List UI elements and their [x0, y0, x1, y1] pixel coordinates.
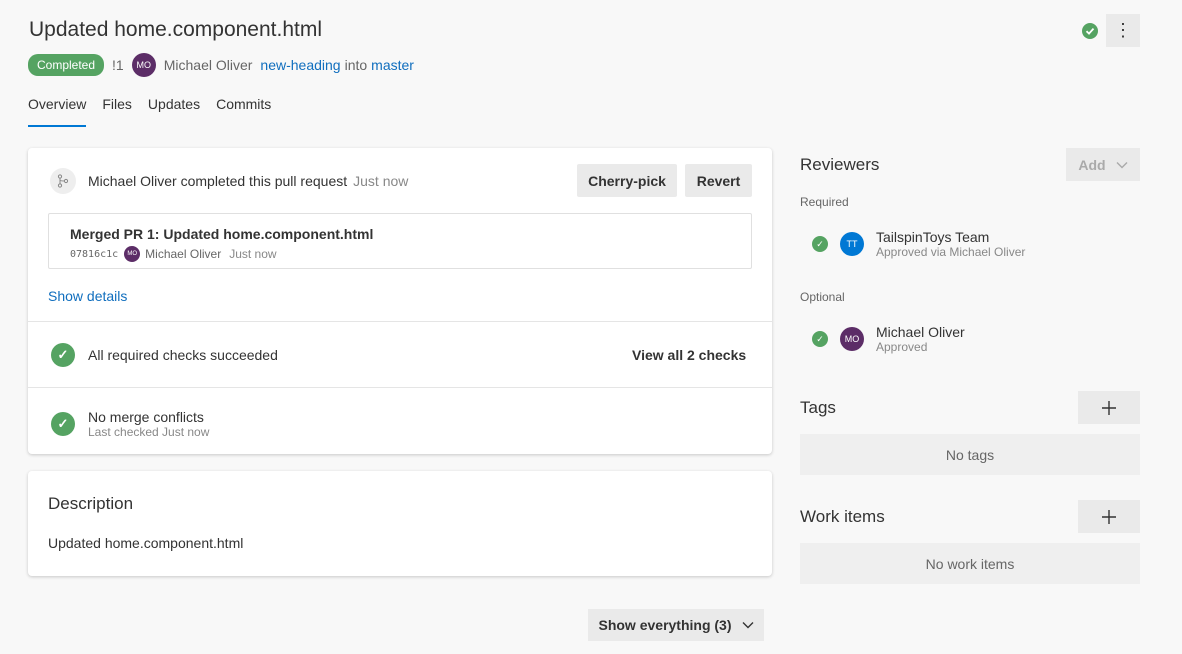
- avatar: MO: [124, 246, 141, 262]
- description-card: Description Updated home.component.html: [28, 471, 772, 576]
- show-everything-label: Show everything (3): [598, 617, 732, 633]
- show-details-link[interactable]: Show details: [48, 288, 127, 304]
- target-branch-link[interactable]: master: [371, 57, 414, 73]
- commit-hash[interactable]: 07816c1c: [70, 249, 118, 260]
- work-items-empty: No work items: [800, 543, 1140, 584]
- into-label: into: [344, 57, 368, 73]
- add-label: Add: [1078, 156, 1106, 173]
- check-success-icon: ✓: [51, 343, 75, 367]
- reviewer-status: Approved: [876, 340, 928, 354]
- tags-empty: No tags: [800, 434, 1140, 475]
- avatar: TT: [840, 232, 864, 256]
- activity-time: Just now: [353, 173, 409, 189]
- required-checks-row: ✓ All required checks succeeded: [51, 343, 278, 367]
- show-everything-button[interactable]: Show everything (3): [588, 609, 764, 641]
- check-success-icon: ✓: [51, 412, 75, 436]
- avatar: MO: [840, 327, 864, 351]
- merge-conflicts-text: No merge conflicts: [88, 409, 204, 425]
- source-branch-link[interactable]: new-heading: [260, 57, 340, 73]
- tab-bar: Overview Files Updates Commits: [28, 96, 271, 127]
- add-work-item-button[interactable]: [1078, 500, 1140, 533]
- more-options-button[interactable]: ⋮: [1106, 14, 1140, 47]
- page-title: Updated home.component.html: [29, 18, 323, 41]
- author-name: Michael Oliver: [163, 57, 253, 73]
- merge-conflicts-subtext: Last checked Just now: [88, 425, 210, 439]
- pr-id: !1: [112, 57, 124, 73]
- commit-author: Michael Oliver: [145, 247, 222, 261]
- divider: [28, 321, 772, 322]
- tab-overview[interactable]: Overview: [28, 96, 87, 127]
- activity-text: Michael Oliver completed this pull reque…: [88, 173, 348, 189]
- reviewer-name: Michael Oliver: [876, 324, 965, 340]
- add-tag-button[interactable]: [1078, 391, 1140, 424]
- tab-updates[interactable]: Updates: [148, 96, 200, 127]
- status-badge: Completed: [28, 54, 105, 76]
- commit-time: Just now: [229, 247, 277, 261]
- approved-check-icon: ✓: [812, 236, 828, 252]
- plus-icon: [1102, 400, 1116, 415]
- merge-conflicts-row: ✓ No merge conflicts Last checked Just n…: [51, 409, 209, 439]
- tags-title: Tags: [800, 398, 836, 417]
- description-title: Description: [48, 494, 134, 513]
- completion-activity: Michael Oliver completed this pull reque…: [50, 168, 408, 194]
- more-vertical-icon: ⋮: [1114, 20, 1132, 40]
- chevron-down-icon: [1116, 161, 1128, 168]
- reviewer-name: TailspinToys Team: [876, 229, 990, 245]
- tab-files[interactable]: Files: [102, 96, 132, 127]
- reviewer-status: Approved via Michael Oliver: [876, 245, 1026, 259]
- revert-button[interactable]: Revert: [685, 164, 752, 197]
- activity-card: Michael Oliver completed this pull reque…: [28, 148, 772, 454]
- merge-commit-meta: 07816c1c MO Michael Oliver Just now: [70, 246, 277, 262]
- reviewer-item[interactable]: ✓ TT TailspinToys Team Approved via Mich…: [812, 229, 1025, 259]
- chevron-down-icon: [742, 622, 754, 629]
- branch-merge-icon: [50, 168, 76, 194]
- required-checks-text: All required checks succeeded: [88, 347, 278, 363]
- plus-icon: [1102, 509, 1116, 524]
- merge-commit-title: Merged PR 1: Updated home.component.html: [70, 226, 374, 242]
- reviewers-title: Reviewers: [800, 155, 880, 174]
- approved-check-icon: ✓: [812, 331, 828, 347]
- divider: [28, 387, 772, 388]
- description-body: Updated home.component.html: [48, 535, 244, 551]
- optional-label: Optional: [800, 290, 845, 304]
- work-items-title: Work items: [800, 507, 885, 526]
- add-reviewer-button[interactable]: Add: [1066, 148, 1140, 181]
- required-label: Required: [800, 195, 849, 209]
- success-check-icon: [1082, 23, 1098, 39]
- merge-commit-box[interactable]: Merged PR 1: Updated home.component.html…: [48, 213, 752, 269]
- pr-meta: Completed !1 MO Michael Oliver new-headi…: [28, 53, 414, 77]
- cherry-pick-button[interactable]: Cherry-pick: [577, 164, 677, 197]
- tab-commits[interactable]: Commits: [216, 96, 271, 127]
- avatar: MO: [131, 53, 156, 77]
- reviewer-item[interactable]: ✓ MO Michael Oliver Approved: [812, 324, 965, 354]
- view-all-checks-button[interactable]: View all 2 checks: [632, 347, 746, 363]
